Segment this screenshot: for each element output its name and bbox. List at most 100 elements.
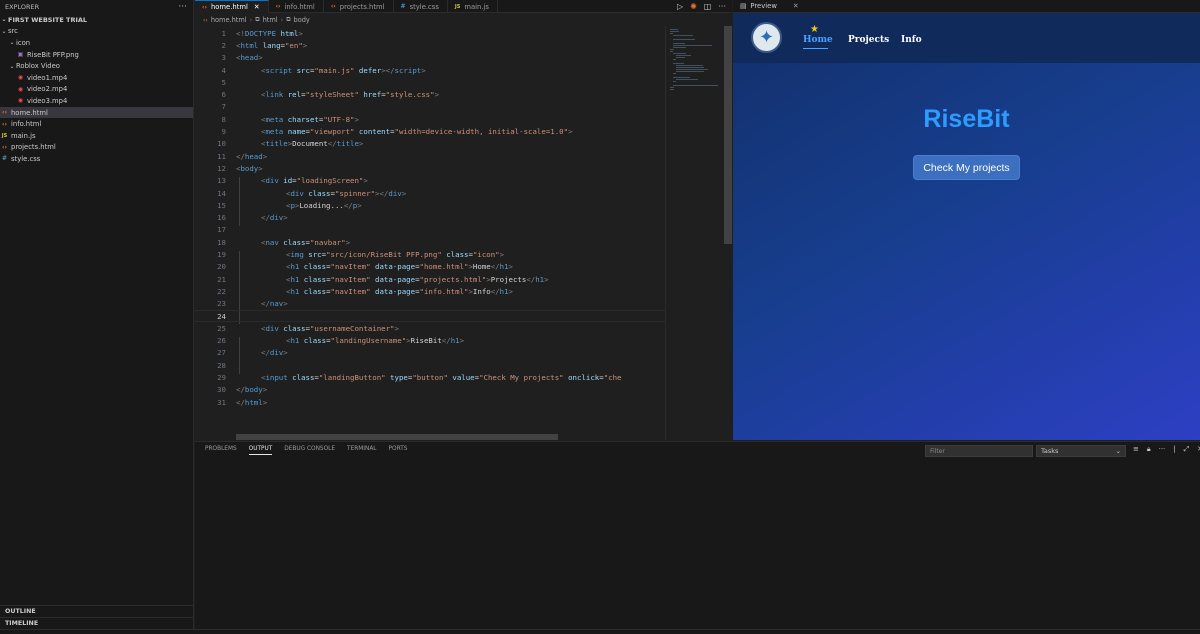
breadcrumb-item[interactable]: body bbox=[294, 16, 310, 24]
tab-home-html[interactable]: ‹› home.html ✕ bbox=[195, 0, 269, 13]
debug-icon[interactable]: ✺ bbox=[690, 2, 697, 11]
tree-item-projects-html[interactable]: ‹› projects.html bbox=[0, 142, 193, 154]
html-file-icon: ‹› bbox=[330, 3, 336, 10]
line-content: <html lang="en"> bbox=[236, 41, 307, 50]
output-filter-input[interactable]: Filter bbox=[925, 445, 1033, 457]
output-channel-label: Tasks bbox=[1041, 447, 1059, 455]
panel-tab-problems[interactable]: PROBLEMS bbox=[205, 446, 237, 455]
minimap-line bbox=[676, 55, 691, 56]
tree-item-info-html[interactable]: ‹› info.html bbox=[0, 118, 193, 130]
panel-tab-ports[interactable]: PORTS bbox=[389, 446, 408, 455]
split-editor-icon[interactable]: ◫ bbox=[704, 2, 712, 11]
minimap-line bbox=[673, 81, 677, 82]
maximize-panel-icon[interactable]: ⤢ bbox=[1184, 445, 1190, 454]
code-token: </ bbox=[236, 151, 245, 161]
breadcrumb-item[interactable]: home.html bbox=[211, 16, 247, 24]
tree-item-video3-mp4[interactable]: ◉ video3.mp4 bbox=[0, 95, 193, 107]
preview-tab[interactable]: ▤ Preview ✕ bbox=[733, 0, 1200, 13]
preview-navbar: ✦ ★ Home Projects Info bbox=[733, 13, 1200, 63]
code-token: "home.html" bbox=[419, 262, 469, 272]
code-token: > bbox=[345, 237, 351, 247]
code-line: 21 <h1 class="navItem" data-page="project… bbox=[195, 273, 665, 285]
line-content: <meta name="viewport" content="width=dev… bbox=[236, 127, 573, 136]
preview-nav-info[interactable]: Info bbox=[901, 35, 922, 45]
code-token: data-page bbox=[370, 262, 416, 272]
preview-nav-home[interactable]: Home bbox=[803, 35, 833, 45]
chevron-down-icon: ⌄ bbox=[9, 62, 15, 70]
code-line: 24 bbox=[195, 309, 665, 323]
more-actions-icon[interactable]: ··· bbox=[718, 2, 726, 11]
tab-style-css[interactable]: # style.css bbox=[394, 0, 448, 13]
minimap[interactable] bbox=[665, 26, 723, 440]
line-number: 12 bbox=[217, 163, 226, 173]
preview-nav-projects[interactable]: Projects bbox=[848, 35, 889, 45]
chevron-right-icon: › bbox=[280, 16, 284, 24]
line-number: 13 bbox=[217, 176, 226, 186]
panel-tab-debug-console[interactable]: DEBUG CONSOLE bbox=[284, 446, 335, 455]
lock-icon[interactable]: 🔒︎ bbox=[1147, 445, 1151, 454]
scrollbar-thumb[interactable] bbox=[724, 26, 732, 244]
tree-item-src[interactable]: ⌄ src bbox=[0, 26, 193, 38]
more-actions-icon[interactable]: ··· bbox=[1159, 445, 1166, 454]
tree-item-label: src bbox=[8, 27, 18, 36]
code-token: > bbox=[358, 139, 364, 149]
code-token: link bbox=[265, 90, 284, 100]
line-content: <h1 class="navItem" data-page="home.html… bbox=[236, 262, 513, 271]
tree-item-roblox-video[interactable]: ⌄ Roblox Video bbox=[0, 60, 193, 72]
code-token: head bbox=[240, 53, 259, 63]
tab-projects-html[interactable]: ‹› projects.html bbox=[324, 0, 394, 13]
html-file-icon: ‹› bbox=[2, 143, 7, 151]
tree-item-video1-mp4[interactable]: ◉ video1.mp4 bbox=[0, 72, 193, 84]
code-line: 20 <h1 class="navItem" data-page="home.ht… bbox=[195, 261, 665, 273]
line-content: <div class="spinner"></div> bbox=[236, 189, 406, 198]
close-icon[interactable]: ✕ bbox=[793, 2, 799, 10]
line-number: 22 bbox=[217, 286, 226, 296]
line-number: 3 bbox=[221, 53, 226, 63]
clear-output-icon[interactable]: ≡ bbox=[1133, 445, 1139, 454]
tab-main-js[interactable]: JS main.js bbox=[448, 0, 498, 13]
line-content: </nav> bbox=[236, 299, 288, 308]
code-token: html bbox=[276, 28, 299, 38]
line-number: 26 bbox=[217, 336, 226, 346]
tree-item-video2-mp4[interactable]: ◉ video2.mp4 bbox=[0, 84, 193, 96]
tree-item-style-css[interactable]: # style.css bbox=[0, 153, 193, 165]
code-editor[interactable]: 1 <!DOCTYPE html> 2 <html lang="en"> 3 <head>… bbox=[195, 26, 665, 440]
more-actions-icon[interactable]: ··· bbox=[178, 2, 187, 12]
tree-item-icon[interactable]: ⌄ icon bbox=[0, 37, 193, 49]
code-token: img bbox=[290, 250, 304, 260]
timeline-section[interactable]: TIMELINE bbox=[0, 617, 194, 629]
code-token: "projects.html" bbox=[419, 274, 487, 284]
code-token: "en" bbox=[284, 40, 303, 50]
line-number: 21 bbox=[217, 274, 226, 284]
outline-section[interactable]: OUTLINE bbox=[0, 605, 194, 617]
line-number: 15 bbox=[217, 200, 226, 210]
tab-info-html[interactable]: ‹› info.html bbox=[269, 0, 324, 13]
horizontal-scrollbar[interactable] bbox=[236, 434, 558, 440]
check-projects-button[interactable]: Check My projects bbox=[913, 155, 1020, 180]
html-file-icon: ‹› bbox=[203, 16, 208, 24]
line-number: 10 bbox=[217, 139, 226, 149]
breadcrumb-item[interactable]: html bbox=[263, 16, 278, 24]
panel-tab-output[interactable]: OUTPUT bbox=[248, 446, 273, 455]
output-channel-select[interactable]: Tasks ⌄ bbox=[1036, 445, 1126, 457]
close-icon[interactable]: ✕ bbox=[254, 3, 260, 11]
tree-item-risebit-pfp-png[interactable]: ▣ RiseBit PFP.png bbox=[0, 49, 193, 61]
project-folder[interactable]: ⌄ FIRST WEBSITE TRIAL bbox=[0, 14, 193, 26]
code-token: > bbox=[508, 286, 513, 296]
vertical-scrollbar[interactable] bbox=[724, 26, 732, 440]
panel-tab-terminal[interactable]: TERMINAL bbox=[347, 446, 376, 455]
code-token: "main.js" bbox=[314, 65, 355, 75]
code-token: </ bbox=[490, 262, 500, 272]
tree-item-home-html[interactable]: ‹› home.html bbox=[0, 106, 193, 119]
minimap-line bbox=[673, 59, 677, 60]
code-line: 16 </div> bbox=[195, 212, 665, 224]
code-token: </ bbox=[261, 348, 270, 358]
tree-item-main-js[interactable]: JS main.js bbox=[0, 130, 193, 142]
run-icon[interactable]: ▷ bbox=[677, 2, 683, 11]
line-content: <body> bbox=[236, 164, 263, 173]
tab-label: style.css bbox=[409, 2, 439, 11]
status-bar bbox=[0, 629, 1200, 634]
code-token: > bbox=[258, 53, 263, 63]
code-token: > bbox=[568, 127, 573, 137]
tab-list: ‹› home.html ✕ ‹› info.html ‹› projects.html #… bbox=[195, 0, 498, 13]
